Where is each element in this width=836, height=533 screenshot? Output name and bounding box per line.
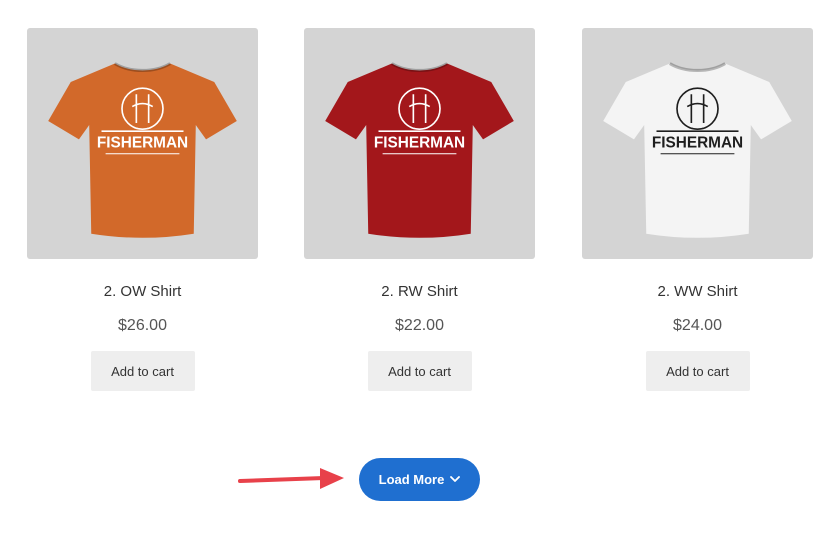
product-price: $26.00 xyxy=(118,317,167,334)
product-name[interactable]: 2. WW Shirt xyxy=(582,283,813,301)
tshirt-image: FISHERMAN xyxy=(325,62,514,238)
product-card: FISHERMAN 2. WW Shirt $24.00 Add to cart xyxy=(582,28,813,391)
chevron-down-icon xyxy=(450,476,461,482)
tshirt-image: FISHERMAN xyxy=(603,62,792,238)
logo-text: FISHERMAN xyxy=(652,135,743,152)
product-image[interactable]: FISHERMAN xyxy=(582,28,813,259)
load-more-button[interactable]: Load More xyxy=(359,458,480,501)
product-name[interactable]: 2. RW Shirt xyxy=(304,283,535,301)
product-price: $22.00 xyxy=(395,317,444,334)
tshirt-image: FISHERMAN xyxy=(48,62,237,238)
add-to-cart-button[interactable]: Add to cart xyxy=(367,351,472,391)
product-card: FISHERMAN 2. OW Shirt $26.00 Add to cart xyxy=(27,28,258,391)
add-to-cart-button[interactable]: Add to cart xyxy=(90,351,195,391)
arrow-right-icon xyxy=(238,468,344,489)
logo-text: FISHERMAN xyxy=(374,135,465,152)
logo-text: FISHERMAN xyxy=(97,135,188,152)
product-card: FISHERMAN 2. RW Shirt $22.00 Add to cart xyxy=(304,28,535,391)
product-name[interactable]: 2. OW Shirt xyxy=(27,283,258,301)
product-price: $24.00 xyxy=(673,317,722,334)
add-to-cart-button[interactable]: Add to cart xyxy=(645,351,750,391)
product-image[interactable]: FISHERMAN xyxy=(27,28,258,259)
product-image[interactable]: FISHERMAN xyxy=(304,28,535,259)
load-more-label: Load More xyxy=(378,472,445,487)
